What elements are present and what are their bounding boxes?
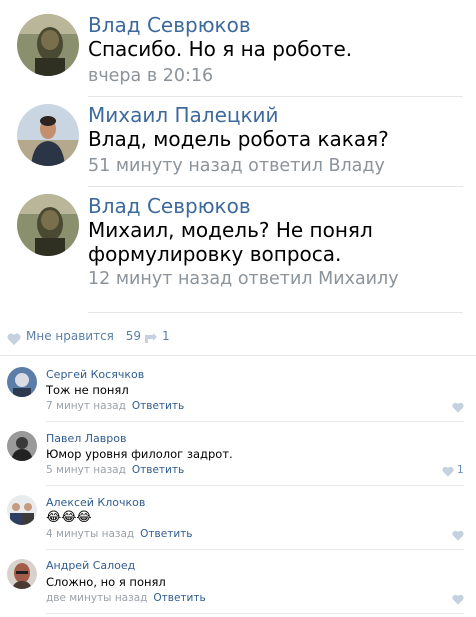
- comment-author[interactable]: Сергей Косячков: [46, 368, 144, 381]
- like-heart-icon[interactable]: [442, 466, 454, 477]
- divider: [0, 355, 476, 356]
- comment-time[interactable]: 7 минут назад: [46, 400, 126, 412]
- share-icon[interactable]: [144, 329, 158, 348]
- avatar[interactable]: [7, 431, 37, 461]
- avatar[interactable]: [7, 495, 37, 525]
- comment-meta: 7 минут назад Ответить: [46, 400, 184, 412]
- like-heart-icon[interactable]: [452, 530, 464, 541]
- divider: [46, 485, 464, 486]
- reply-link[interactable]: Ответить: [132, 400, 184, 412]
- like-label: Мне нравится: [26, 329, 114, 343]
- divider: [88, 312, 463, 313]
- comment-text: Влад, модель робота какая?: [88, 127, 389, 151]
- like-heart-icon[interactable]: [452, 402, 464, 413]
- comment-author[interactable]: Влад Севрюков: [88, 13, 251, 37]
- comment-reply-meta[interactable]: 12 минут назад ответил Михаилу: [88, 269, 399, 289]
- like-button[interactable]: Мне нравится 59: [26, 329, 141, 343]
- comment-meta: 5 минут назад Ответить: [46, 464, 184, 476]
- comment-time[interactable]: 5 минут назад: [46, 464, 126, 476]
- comment-text-line-1: Михаил, модель? Не понял: [88, 218, 373, 242]
- avatar[interactable]: [17, 194, 79, 256]
- like-count: 59: [125, 329, 141, 343]
- comment-author[interactable]: Андрей Салоед: [46, 559, 135, 572]
- reply-link[interactable]: Ответить: [153, 592, 205, 604]
- divider: [88, 186, 463, 187]
- reply-link[interactable]: Ответить: [140, 528, 192, 540]
- share-count: 1: [162, 329, 170, 343]
- comment-author[interactable]: Влад Севрюков: [88, 194, 251, 218]
- comment-author[interactable]: Павел Лавров: [46, 432, 126, 445]
- comment-meta: две минуты назад Ответить: [46, 592, 206, 604]
- comment-emoji-text: 😂😂😂: [46, 510, 92, 525]
- like-count: 1: [457, 464, 464, 476]
- avatar[interactable]: [17, 104, 79, 166]
- avatar[interactable]: [7, 559, 37, 589]
- comment-date[interactable]: вчера в 20:16: [88, 66, 213, 86]
- comment-author[interactable]: Михаил Палецкий: [88, 103, 279, 127]
- comment-text: Сложно, но я понял: [46, 575, 166, 589]
- comment-author[interactable]: Алексей Клочков: [46, 496, 145, 509]
- divider: [46, 421, 464, 422]
- comment-text: Юмор уровня филолог задрот.: [46, 447, 233, 461]
- like-heart-icon[interactable]: [7, 330, 21, 349]
- like-heart-icon[interactable]: [452, 594, 464, 605]
- comment-time[interactable]: две минуты назад: [46, 592, 147, 604]
- reply-link[interactable]: Ответить: [132, 464, 184, 476]
- comment-text-line-2: формулировку вопроса.: [88, 242, 342, 266]
- divider: [46, 549, 464, 550]
- divider: [46, 613, 464, 614]
- avatar[interactable]: [7, 367, 37, 397]
- comment-text: Тож не понял: [46, 383, 129, 397]
- avatar[interactable]: [17, 14, 79, 76]
- comment-time[interactable]: 4 минуты назад: [46, 528, 134, 540]
- divider: [88, 96, 463, 97]
- comment-text: Спасибо. Но я на роботе.: [88, 37, 353, 61]
- comment-meta: 4 минуты назад Ответить: [46, 528, 192, 540]
- comment-reply-meta[interactable]: 51 минуту назад ответил Владу: [88, 156, 385, 176]
